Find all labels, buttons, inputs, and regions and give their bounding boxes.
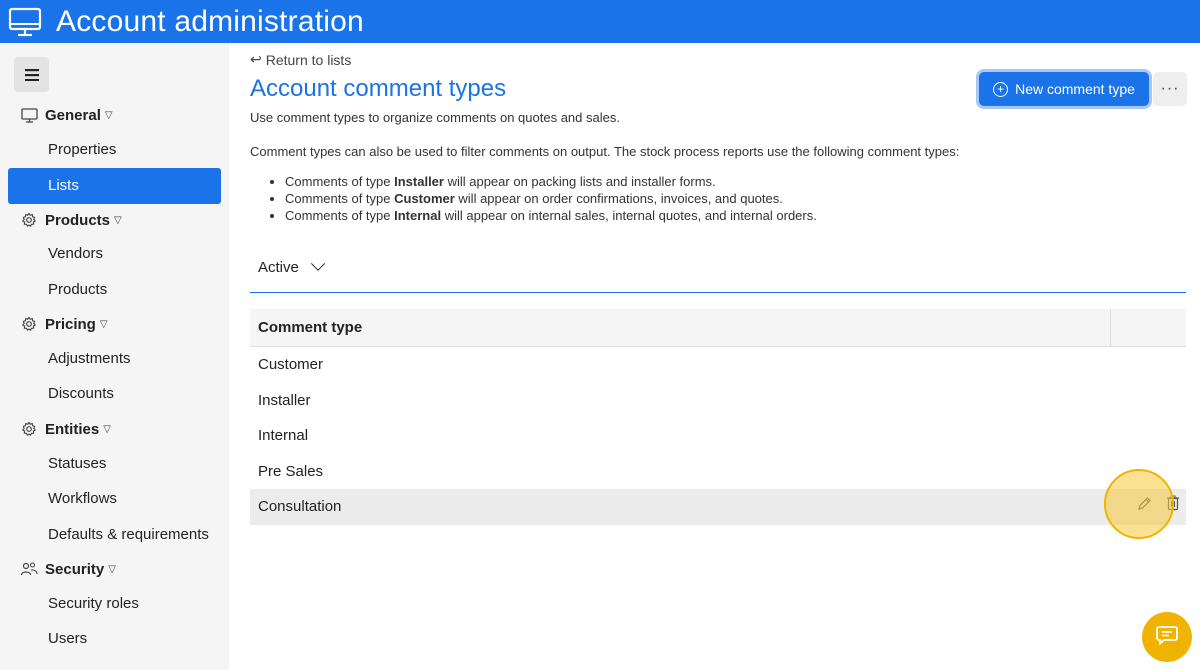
page-subtitle: Use comment types to organize comments o… xyxy=(250,110,620,125)
gear-icon xyxy=(20,315,38,333)
column-header-comment-type[interactable]: Comment type xyxy=(250,319,362,336)
sidebar-item-defaults-requirements[interactable]: Defaults & requirements xyxy=(8,517,221,553)
return-link-label: Return to lists xyxy=(265,51,352,68)
sidebar-section-entities[interactable]: Entities ▽ xyxy=(20,420,111,438)
caret-down-icon: ▽ xyxy=(114,214,122,226)
sidebar-item-adjustments[interactable]: Adjustments xyxy=(8,341,221,377)
table-row[interactable]: Pre Sales xyxy=(250,454,1186,490)
list-item: Comments of type Installer will appear o… xyxy=(285,173,817,190)
sidebar-item-properties[interactable]: Properties xyxy=(8,132,221,168)
table-row-hovered[interactable]: Consultation xyxy=(250,489,1186,525)
row-label: Consultation xyxy=(258,498,342,515)
monitor-icon xyxy=(20,106,38,124)
app-header: Account administration xyxy=(0,0,1200,43)
sidebar-section-label: Pricing xyxy=(45,315,96,333)
sidebar-section-label: General xyxy=(45,106,101,124)
sidebar-section-general[interactable]: General ▽ xyxy=(20,106,113,124)
sidebar-item-workflows[interactable]: Workflows xyxy=(8,481,221,517)
sidebar-item-statuses[interactable]: Statuses xyxy=(8,446,221,482)
status-filter-dropdown[interactable]: Active xyxy=(258,256,325,276)
return-arrow-icon: ↩ xyxy=(250,51,262,67)
table-row[interactable]: Installer xyxy=(250,383,1186,419)
return-to-lists-link[interactable]: ↩ Return to lists xyxy=(250,51,351,68)
table-row[interactable]: Customer xyxy=(250,347,1186,383)
sidebar-section-label: Products xyxy=(45,211,111,229)
page-description: Comment types can also be used to filter… xyxy=(250,144,960,159)
sidebar: General ▽ Properties Lists Products ▽ Ve… xyxy=(0,43,229,670)
column-divider xyxy=(1110,309,1111,347)
table-header: Comment type xyxy=(250,309,1186,347)
filter-selected-value: Active xyxy=(258,259,299,276)
hamburger-icon[interactable] xyxy=(14,57,49,92)
caret-down-icon: ▽ xyxy=(104,109,113,121)
caret-down-icon: ▽ xyxy=(99,318,108,330)
sidebar-item-security-roles[interactable]: Security roles xyxy=(8,586,221,622)
more-options-button[interactable]: ··· xyxy=(1153,72,1187,106)
plus-circle-icon: + xyxy=(993,81,1009,97)
sidebar-section-label: Entities xyxy=(45,420,100,438)
sidebar-section-products[interactable]: Products ▽ xyxy=(20,211,122,229)
sidebar-item-users[interactable]: Users xyxy=(8,621,221,657)
filter-divider xyxy=(250,292,1186,293)
list-item: Comments of type Internal will appear on… xyxy=(285,207,817,224)
comment-types-table: Comment type Customer Installer Internal… xyxy=(250,309,1186,525)
list-item: Comments of type Customer will appear on… xyxy=(285,190,817,207)
sidebar-section-pricing[interactable]: Pricing ▽ xyxy=(20,315,108,333)
monitor-icon xyxy=(8,7,42,37)
sidebar-item-discounts[interactable]: Discounts xyxy=(8,376,221,412)
users-icon xyxy=(20,560,38,578)
caret-down-icon: ▽ xyxy=(108,563,116,575)
chat-bubble-icon xyxy=(1156,625,1178,650)
chevron-down-icon xyxy=(310,256,325,271)
comment-type-usage-list: Comments of type Installer will appear o… xyxy=(285,173,817,224)
sidebar-item-vendors[interactable]: Vendors xyxy=(8,236,221,272)
chat-support-button[interactable] xyxy=(1142,612,1192,662)
sidebar-section-security[interactable]: Security ▽ xyxy=(20,560,116,578)
page-title: Account comment types xyxy=(250,75,507,102)
click-highlight-marker xyxy=(1104,469,1174,539)
gear-icon xyxy=(20,211,38,229)
new-comment-type-button[interactable]: + New comment type xyxy=(979,72,1149,106)
table-row[interactable]: Internal xyxy=(250,418,1186,454)
sidebar-item-lists[interactable]: Lists xyxy=(8,168,221,204)
sidebar-item-products[interactable]: Products xyxy=(8,272,221,308)
gear-icon xyxy=(20,420,38,438)
new-button-label: New comment type xyxy=(1015,81,1135,97)
caret-down-icon: ▽ xyxy=(103,423,111,435)
sidebar-section-label: Security xyxy=(45,560,105,578)
app-title: Account administration xyxy=(56,5,364,38)
